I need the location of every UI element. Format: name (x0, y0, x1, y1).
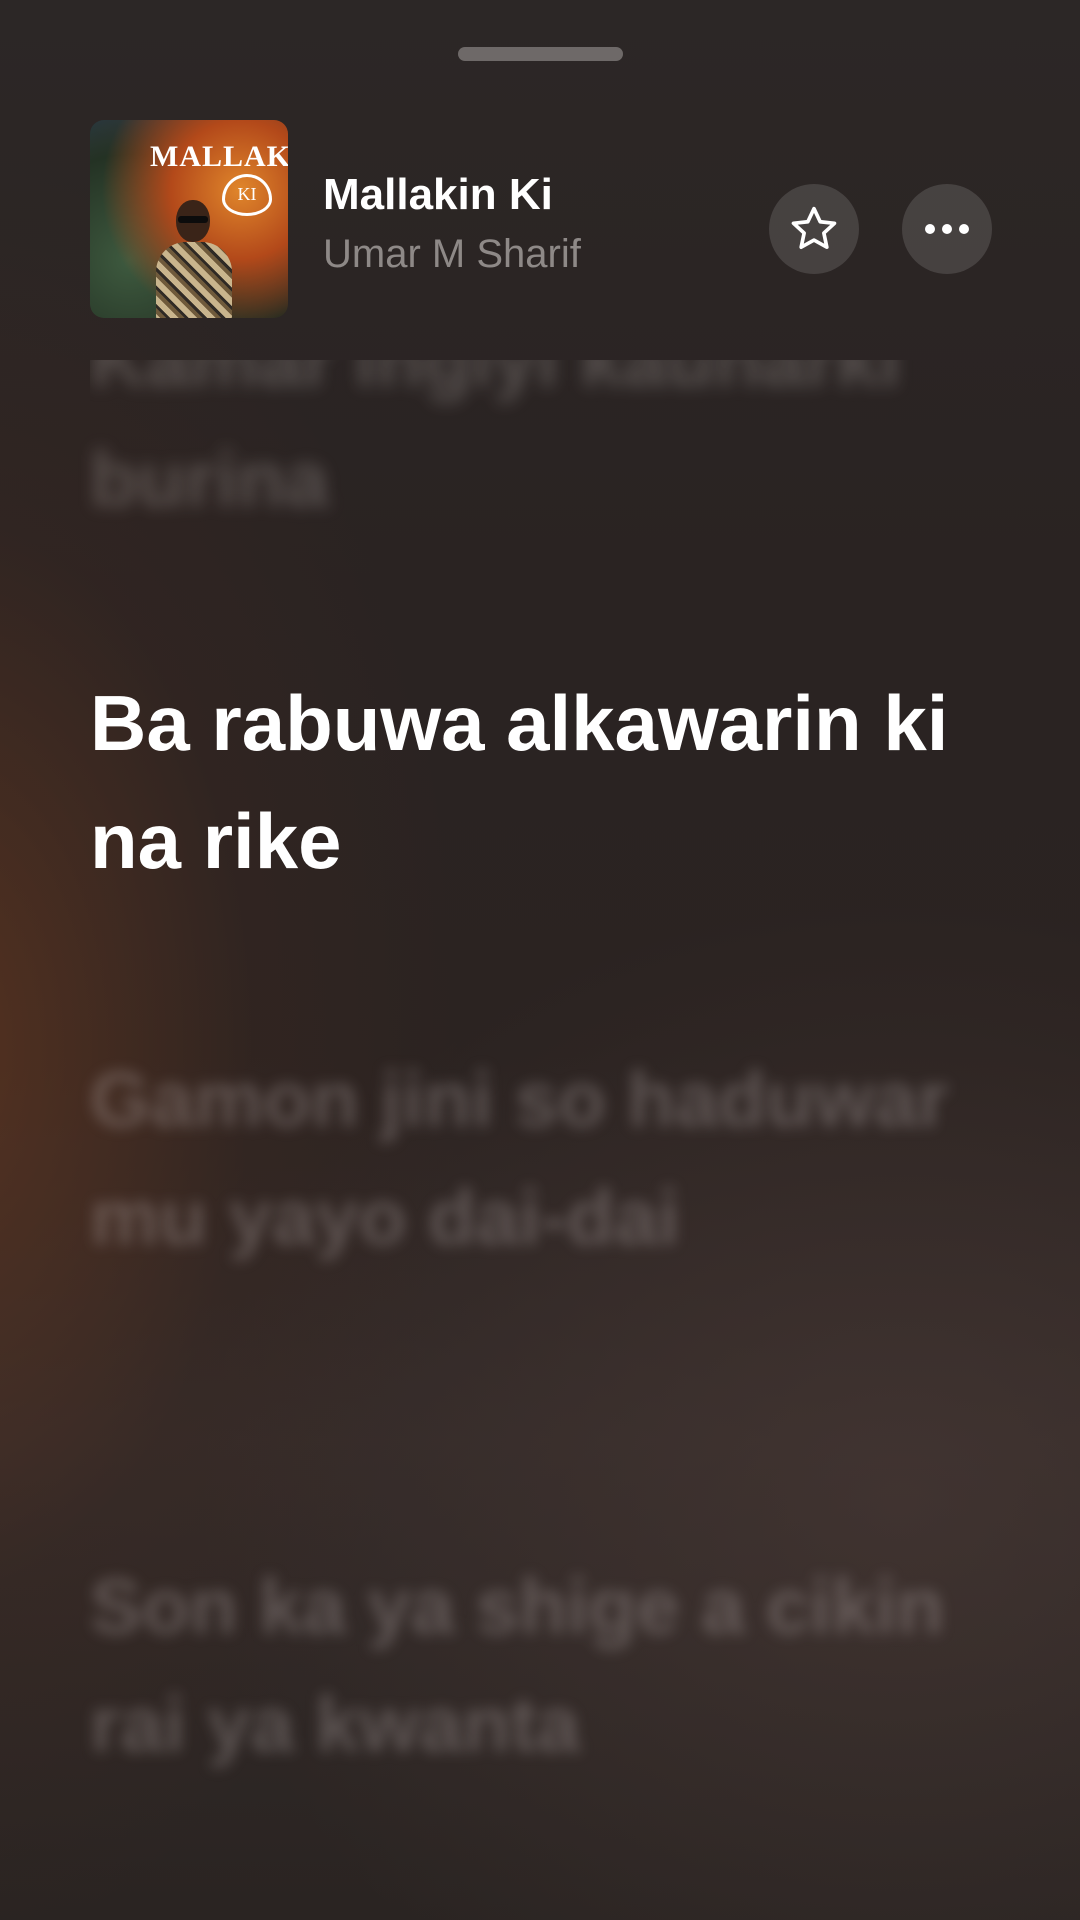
lyric-line-next[interactable]: Gamon jini so haduwar mu yayo dai-dai (90, 1040, 1010, 1276)
artwork-artist-figure (148, 190, 238, 318)
more-options-button[interactable] (902, 184, 992, 274)
artwork-logo: MALLAKIN (150, 140, 288, 173)
song-title: Mallakin Ki (323, 170, 553, 219)
lyric-line-previous[interactable]: burina (90, 420, 1010, 538)
lyric-line-next[interactable]: Son ka ya shige a cikin rai ya kwanta (90, 1547, 1010, 1783)
lyrics-screen: Kamar ingiyi kaunarki burina Ba rabuwa a… (0, 0, 1080, 1920)
album-artwork[interactable]: MALLAKIN KI (90, 120, 288, 318)
favorite-button[interactable] (769, 184, 859, 274)
song-artist[interactable]: Umar M Sharif (323, 232, 581, 277)
now-playing-header: MALLAKIN KI Mallakin Ki Umar M Sharif (0, 0, 1080, 330)
lyric-line-current[interactable]: Ba rabuwa alkawarin ki na rike (90, 664, 1010, 900)
ellipsis-icon (925, 224, 969, 234)
star-icon (791, 206, 837, 250)
artwork-logo-heart: KI (222, 174, 272, 216)
